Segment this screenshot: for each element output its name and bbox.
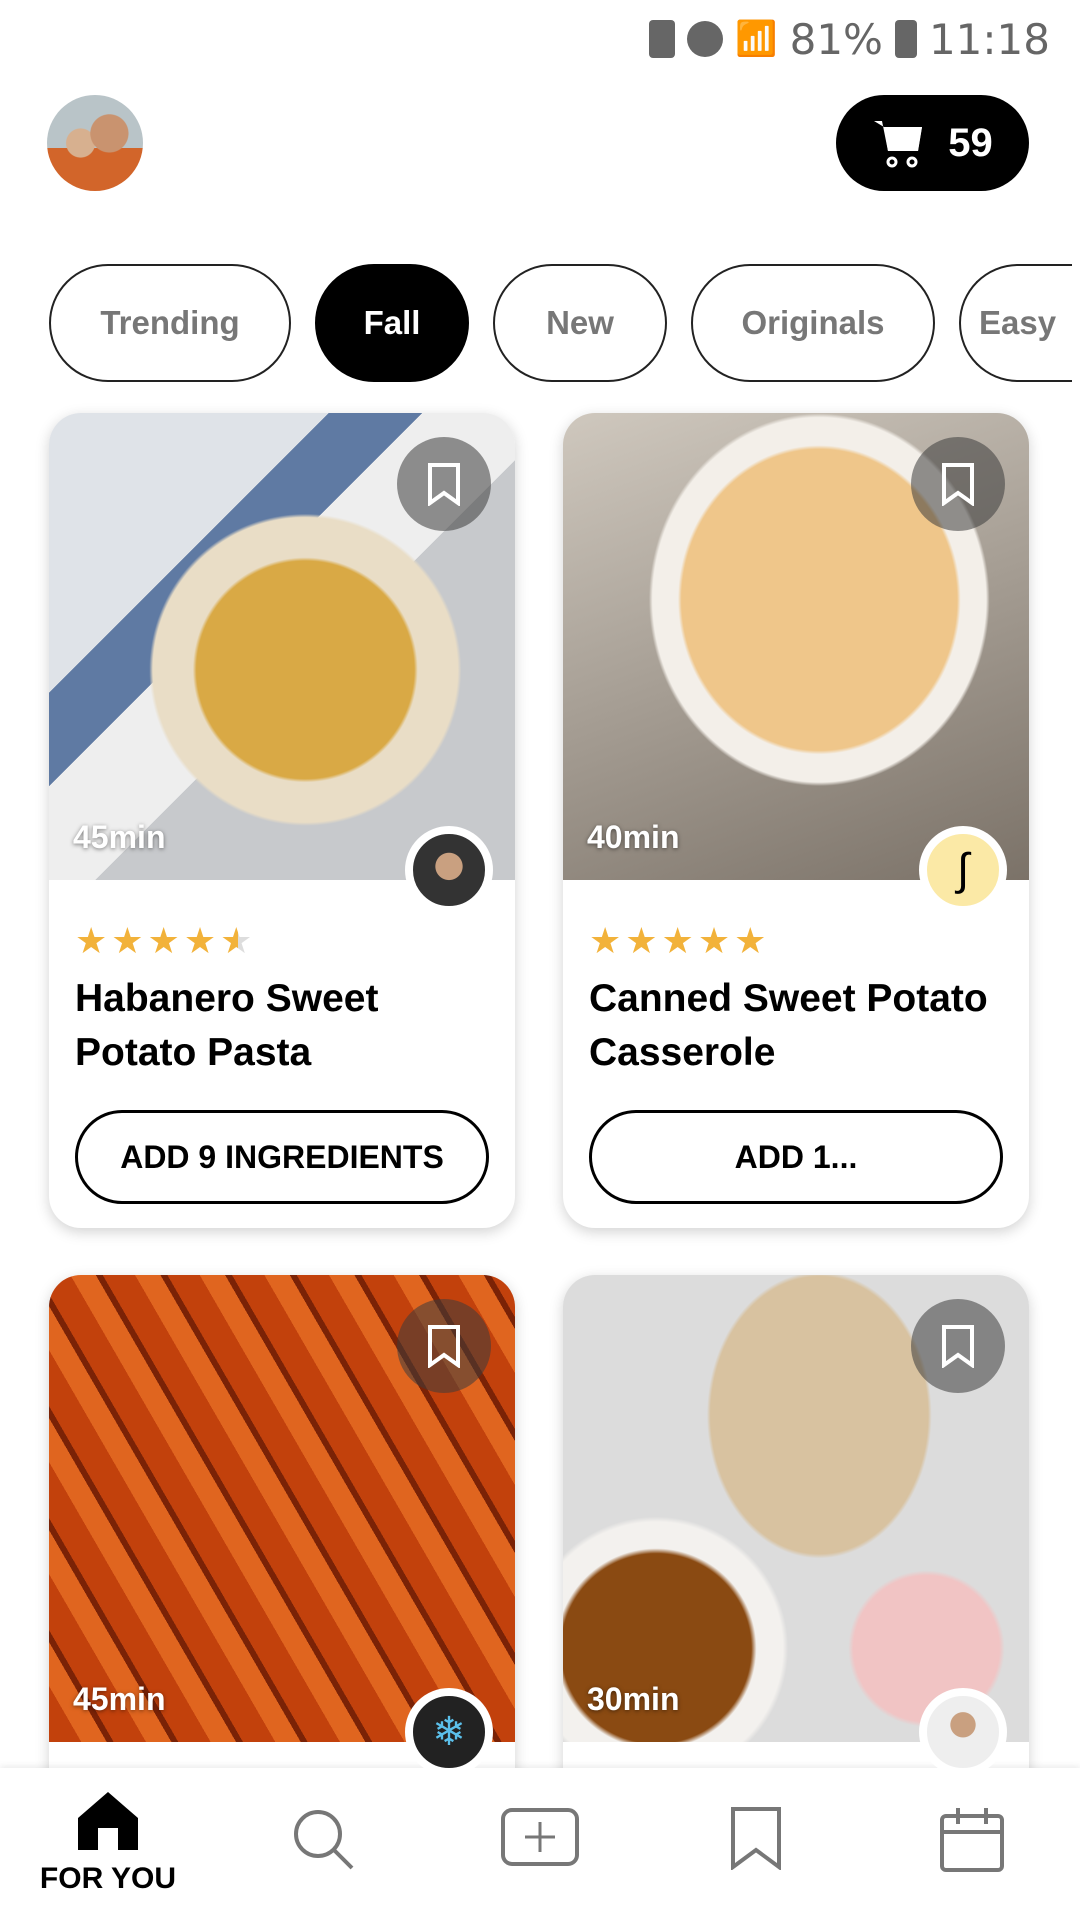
battery-icon xyxy=(894,20,917,58)
home-icon xyxy=(78,1792,138,1850)
nav-saved[interactable] xyxy=(648,1768,864,1920)
profile-avatar[interactable] xyxy=(47,95,143,191)
recipe-image: 45min ❄ xyxy=(49,1275,515,1776)
author-avatar[interactable]: ∫ xyxy=(919,826,1007,914)
nav-planner[interactable] xyxy=(864,1768,1080,1920)
cook-time: 45min xyxy=(73,1681,166,1717)
recipe-image: 45min xyxy=(49,413,515,914)
rating-stars: ★★★★★ xyxy=(589,920,771,961)
wifi-signal-icon: 📶 xyxy=(735,19,778,59)
author-avatar[interactable]: ❄ xyxy=(405,1688,493,1776)
category-chips: Trending Fall New Originals Easy xyxy=(49,264,1080,382)
battery-percent: 81% xyxy=(789,14,883,64)
clock: 11:18 xyxy=(928,14,1050,64)
cook-time: 30min xyxy=(587,1681,680,1717)
chip-new[interactable]: New xyxy=(493,264,667,382)
nav-for-you[interactable]: FOR YOU xyxy=(0,1768,216,1920)
cook-time: 45min xyxy=(73,819,166,855)
chip-fall[interactable]: Fall xyxy=(315,264,469,382)
recipe-title[interactable]: Canned Sweet Potato Casserole xyxy=(589,972,1003,1080)
recipe-card[interactable]: 40min ∫ ★★★★★ Canned Sweet Potato Casser… xyxy=(563,413,1029,1228)
recipe-image: 40min ∫ xyxy=(563,413,1029,914)
recipe-title[interactable]: Habanero Sweet Potato Pasta xyxy=(75,972,489,1080)
search-icon xyxy=(294,1810,354,1870)
chip-originals[interactable]: Originals xyxy=(691,264,935,382)
bookmark-button[interactable] xyxy=(397,437,491,531)
add-ingredients-button[interactable]: ADD 9 INGREDIENTS xyxy=(75,1110,489,1204)
rating-stars: ★★★★★ xyxy=(75,920,489,964)
bookmark-button[interactable] xyxy=(911,437,1005,531)
calendar-icon xyxy=(940,1808,1004,1872)
recipe-card[interactable]: 45min ★★★★★ Habanero Sweet Potato Pasta … xyxy=(49,413,515,1228)
status-bar: 📶 81% 11:18 xyxy=(649,14,1050,64)
alarm-icon xyxy=(687,21,724,57)
bottom-nav: FOR YOU xyxy=(0,1768,1080,1920)
nav-add[interactable] xyxy=(432,1768,648,1920)
cart-button[interactable]: 59 xyxy=(836,95,1029,191)
add-icon xyxy=(501,1808,579,1866)
bookmark-icon xyxy=(428,1325,460,1368)
bookmark-button[interactable] xyxy=(397,1299,491,1393)
chip-easy[interactable]: Easy xyxy=(959,264,1072,382)
nav-label: FOR YOU xyxy=(39,1862,177,1895)
cart-count: 59 xyxy=(948,120,993,165)
bookmark-button[interactable] xyxy=(911,1299,1005,1393)
cart-icon xyxy=(874,121,923,168)
recipe-image: 30min xyxy=(563,1275,1029,1776)
bookmark-icon xyxy=(942,463,974,506)
bookmark-icon xyxy=(731,1807,781,1870)
nav-search[interactable] xyxy=(216,1768,432,1920)
bookmark-icon xyxy=(942,1325,974,1368)
stars-filled: ★★★★ xyxy=(75,920,221,961)
author-avatar[interactable] xyxy=(919,1688,1007,1776)
add-ingredients-button[interactable]: ADD 1... xyxy=(589,1110,1003,1204)
star-half: ★ xyxy=(220,920,257,961)
bookmark-icon xyxy=(428,463,460,506)
author-avatar[interactable] xyxy=(405,826,493,914)
chip-trending[interactable]: Trending xyxy=(49,264,291,382)
battery-saver-icon xyxy=(649,20,676,58)
cook-time: 40min xyxy=(587,819,680,855)
